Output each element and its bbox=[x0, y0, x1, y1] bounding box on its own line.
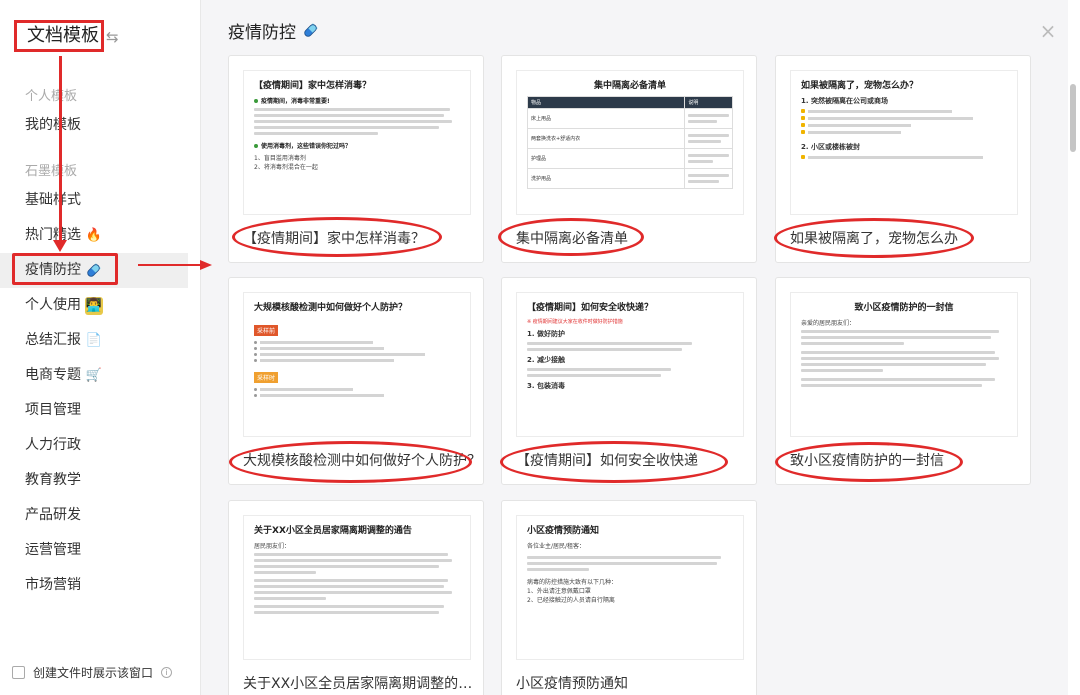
info-icon[interactable]: i bbox=[161, 667, 173, 678]
sidebar: 文档模板 ⇆ 个人模板 我的模板 石墨模板 基础样式 热门精选 🔥 疫情防控 个… bbox=[0, 0, 201, 695]
template-card-label: 小区疫情预防通知 bbox=[516, 676, 628, 692]
preview-list-item: 1、盲目滥用消毒剂 bbox=[254, 155, 306, 162]
preview-heading: 2. 小区或楼栋被封 bbox=[801, 143, 860, 151]
sidebar-item-label: 教育教学 bbox=[25, 472, 81, 488]
close-icon[interactable]: × bbox=[1038, 21, 1058, 42]
sidebar-item-summary-report[interactable]: 总结汇报 📄 bbox=[0, 323, 188, 358]
template-preview: 关于XX小区全员居家隔离期调整的通告 居民朋友们： bbox=[243, 515, 471, 660]
preview-title: 大规模核酸检测中如何做好个人防护？ bbox=[254, 303, 408, 313]
template-card-label: 如果被隔离了，宠物怎么办 bbox=[790, 231, 958, 247]
preview-table: 物品 说明 床上用品 两套换洗衣+舒适内衣 护理品 洗护用品 bbox=[526, 96, 733, 189]
preview-title: 小区疫情预防通知 bbox=[527, 526, 600, 536]
preview-tag: 采样时 bbox=[254, 372, 279, 383]
annotation-arrow bbox=[59, 56, 62, 242]
preview-list-item: 1、外出请注意佩戴口罩 bbox=[527, 588, 591, 595]
template-card-prevention-notice[interactable]: 小区疫情预防通知 各位业主/居民/租客： 病毒的防控措施大致有以下几种： 1、外… bbox=[501, 500, 757, 695]
sidebar-item-project-management[interactable]: 项目管理 bbox=[0, 393, 188, 428]
sidebar-item-product-dev[interactable]: 产品研发 bbox=[0, 498, 188, 533]
template-card-isolation-checklist[interactable]: 集中隔离必备清单 物品 说明 床上用品 两套换洗衣+舒适内衣 护理品 洗护用品 集… bbox=[501, 55, 757, 263]
template-preview: 致小区疫情防护的一封信 亲爱的居民朋友们： bbox=[790, 292, 1018, 437]
sidebar-item-label: 运营管理 bbox=[25, 542, 81, 558]
preview-notice: ※ 疫情期间建议大家在收件时做好防护措施 bbox=[527, 319, 623, 325]
preview-tag: 采样前 bbox=[254, 325, 279, 336]
preview-heading: 1. 做好防护 bbox=[527, 330, 565, 338]
sidebar-item-label: 电商专题 bbox=[25, 367, 81, 383]
template-preview: 大规模核酸检测中如何做好个人防护？ 采样前 采样时 bbox=[243, 292, 471, 437]
sidebar-item-hr-admin[interactable]: 人力行政 bbox=[0, 428, 188, 463]
sidebar-item-hot-picks[interactable]: 热门精选 🔥 bbox=[0, 218, 188, 253]
preview-heading: 疫情期间，消毒非常重要! bbox=[261, 98, 330, 105]
show-on-create-row: 创建文件时展示该窗口 i bbox=[12, 664, 173, 681]
preview-title: 【疫情期间】如何安全收快递？ bbox=[527, 303, 654, 313]
show-on-create-checkbox[interactable] bbox=[12, 666, 25, 679]
sidebar-item-operations[interactable]: 运营管理 bbox=[0, 533, 188, 568]
sidebar-item-ecommerce[interactable]: 电商专题 🛒 bbox=[0, 358, 188, 393]
preview-title: 关于XX小区全员居家隔离期调整的通告 bbox=[254, 526, 412, 536]
pill-icon bbox=[304, 23, 318, 37]
template-preview: 【疫情期间】家中怎样消毒？ 疫情期间，消毒非常重要! 使用消毒剂，这些错误你犯过… bbox=[243, 70, 471, 215]
section-label-shimo: 石墨模板 bbox=[25, 164, 78, 179]
preview-greeting: 亲爱的居民朋友们： bbox=[801, 320, 856, 327]
preview-heading: 3. 包装消毒 bbox=[527, 382, 565, 390]
sidebar-item-label: 我的模板 bbox=[25, 117, 81, 133]
preview-heading: 2. 减少接触 bbox=[527, 356, 565, 364]
scrollbar-thumb[interactable] bbox=[1070, 84, 1076, 152]
show-on-create-label: 创建文件时展示该窗口 bbox=[33, 666, 154, 680]
template-card-label: 【疫情期间】家中怎样消毒？ bbox=[243, 231, 425, 247]
document-icon: 📄 bbox=[85, 332, 103, 348]
page-title: 疫情防控 bbox=[228, 18, 319, 43]
template-card-community-letter[interactable]: 致小区疫情防护的一封信 亲爱的居民朋友们： 致小区疫情防护的一封信 bbox=[775, 277, 1031, 485]
preview-heading: 病毒的防控措施大致有以下几种： bbox=[527, 579, 618, 586]
sidebar-item-marketing[interactable]: 市场营销 bbox=[0, 568, 188, 603]
template-preview: 小区疫情预防通知 各位业主/居民/租客： 病毒的防控措施大致有以下几种： 1、外… bbox=[516, 515, 744, 660]
template-preview: 集中隔离必备清单 物品 说明 床上用品 两套换洗衣+舒适内衣 护理品 洗护用品 bbox=[516, 70, 744, 215]
preview-title: 【疫情期间】家中怎样消毒？ bbox=[254, 81, 372, 91]
sidebar-item-label: 总结汇报 bbox=[25, 332, 81, 348]
template-card-label: 致小区疫情防护的一封信 bbox=[790, 453, 944, 469]
preview-list-item: 2、已经接触过的人员请自行隔离 bbox=[527, 597, 615, 604]
template-card-home-disinfection[interactable]: 【疫情期间】家中怎样消毒？ 疫情期间，消毒非常重要! 使用消毒剂，这些错误你犯过… bbox=[228, 55, 484, 263]
preview-title: 如果被隔离了，宠物怎么办？ bbox=[801, 81, 919, 91]
sidebar-item-label: 项目管理 bbox=[25, 402, 81, 418]
active-item-annotation bbox=[12, 253, 118, 285]
template-card-safe-parcel[interactable]: 【疫情期间】如何安全收快递？ ※ 疫情期间建议大家在收件时做好防护措施 1. 做… bbox=[501, 277, 757, 485]
annotation-arrow-head bbox=[200, 260, 212, 270]
template-card-label: 【疫情期间】如何安全收快递 bbox=[516, 453, 698, 469]
annotation-arrow bbox=[138, 264, 202, 266]
preview-list-item: 2、将消毒剂混合在一起 bbox=[254, 164, 318, 171]
sidebar-item-label: 人力行政 bbox=[25, 437, 81, 453]
collapse-sidebar-icon[interactable]: ⇆ bbox=[106, 28, 119, 46]
sidebar-item-label: 基础样式 bbox=[25, 192, 81, 208]
section-label-personal: 个人模板 bbox=[25, 89, 78, 104]
preview-heading: 1. 突然被隔离在公司或商场 bbox=[801, 97, 888, 105]
app-title: 文档模板 bbox=[14, 20, 104, 52]
preview-title: 集中隔离必备清单 bbox=[593, 81, 666, 91]
preview-greeting: 各位业主/居民/租客： bbox=[527, 543, 586, 550]
template-card-label: 大规模核酸检测中如何做好个人防护？ bbox=[243, 453, 481, 469]
technologist-icon: 👨‍💻 bbox=[85, 296, 103, 315]
preview-greeting: 居民朋友们： bbox=[254, 543, 291, 550]
sidebar-item-label: 产品研发 bbox=[25, 507, 81, 523]
template-preview: 如果被隔离了，宠物怎么办？ 1. 突然被隔离在公司或商场 2. 小区或楼栋被封 bbox=[790, 70, 1018, 215]
sidebar-item-basic-styles[interactable]: 基础样式 bbox=[0, 183, 188, 218]
preview-title: 致小区疫情防护的一封信 bbox=[854, 303, 954, 313]
annotation-arrow-head bbox=[53, 240, 67, 252]
template-card-home-isolation-notice[interactable]: 关于XX小区全员居家隔离期调整的通告 居民朋友们： 关于XX小区全员居家隔离期调… bbox=[228, 500, 484, 695]
shopping-cart-icon: 🛒 bbox=[85, 367, 103, 383]
fire-icon: 🔥 bbox=[85, 227, 103, 243]
sidebar-item-personal-use[interactable]: 个人使用 👨‍💻 bbox=[0, 288, 188, 323]
page-title-text: 疫情防控 bbox=[228, 23, 296, 43]
sidebar-item-label: 市场营销 bbox=[25, 577, 81, 593]
template-card-label: 关于XX小区全员居家隔离期调整的通告 bbox=[243, 676, 483, 692]
template-card-nucleic-test-protection[interactable]: 大规模核酸检测中如何做好个人防护？ 采样前 采样时 大规模核酸检测中如何做好个人… bbox=[228, 277, 484, 485]
preview-heading: 使用消毒剂，这些错误你犯过吗？ bbox=[261, 143, 352, 150]
sidebar-item-education[interactable]: 教育教学 bbox=[0, 463, 188, 498]
template-card-pets-isolation[interactable]: 如果被隔离了，宠物怎么办？ 1. 突然被隔离在公司或商场 2. 小区或楼栋被封 … bbox=[775, 55, 1031, 263]
template-card-label: 集中隔离必备清单 bbox=[516, 231, 628, 247]
sidebar-item-label: 个人使用 bbox=[25, 297, 81, 313]
template-preview: 【疫情期间】如何安全收快递？ ※ 疫情期间建议大家在收件时做好防护措施 1. 做… bbox=[516, 292, 744, 437]
sidebar-item-my-templates[interactable]: 我的模板 bbox=[0, 108, 188, 143]
